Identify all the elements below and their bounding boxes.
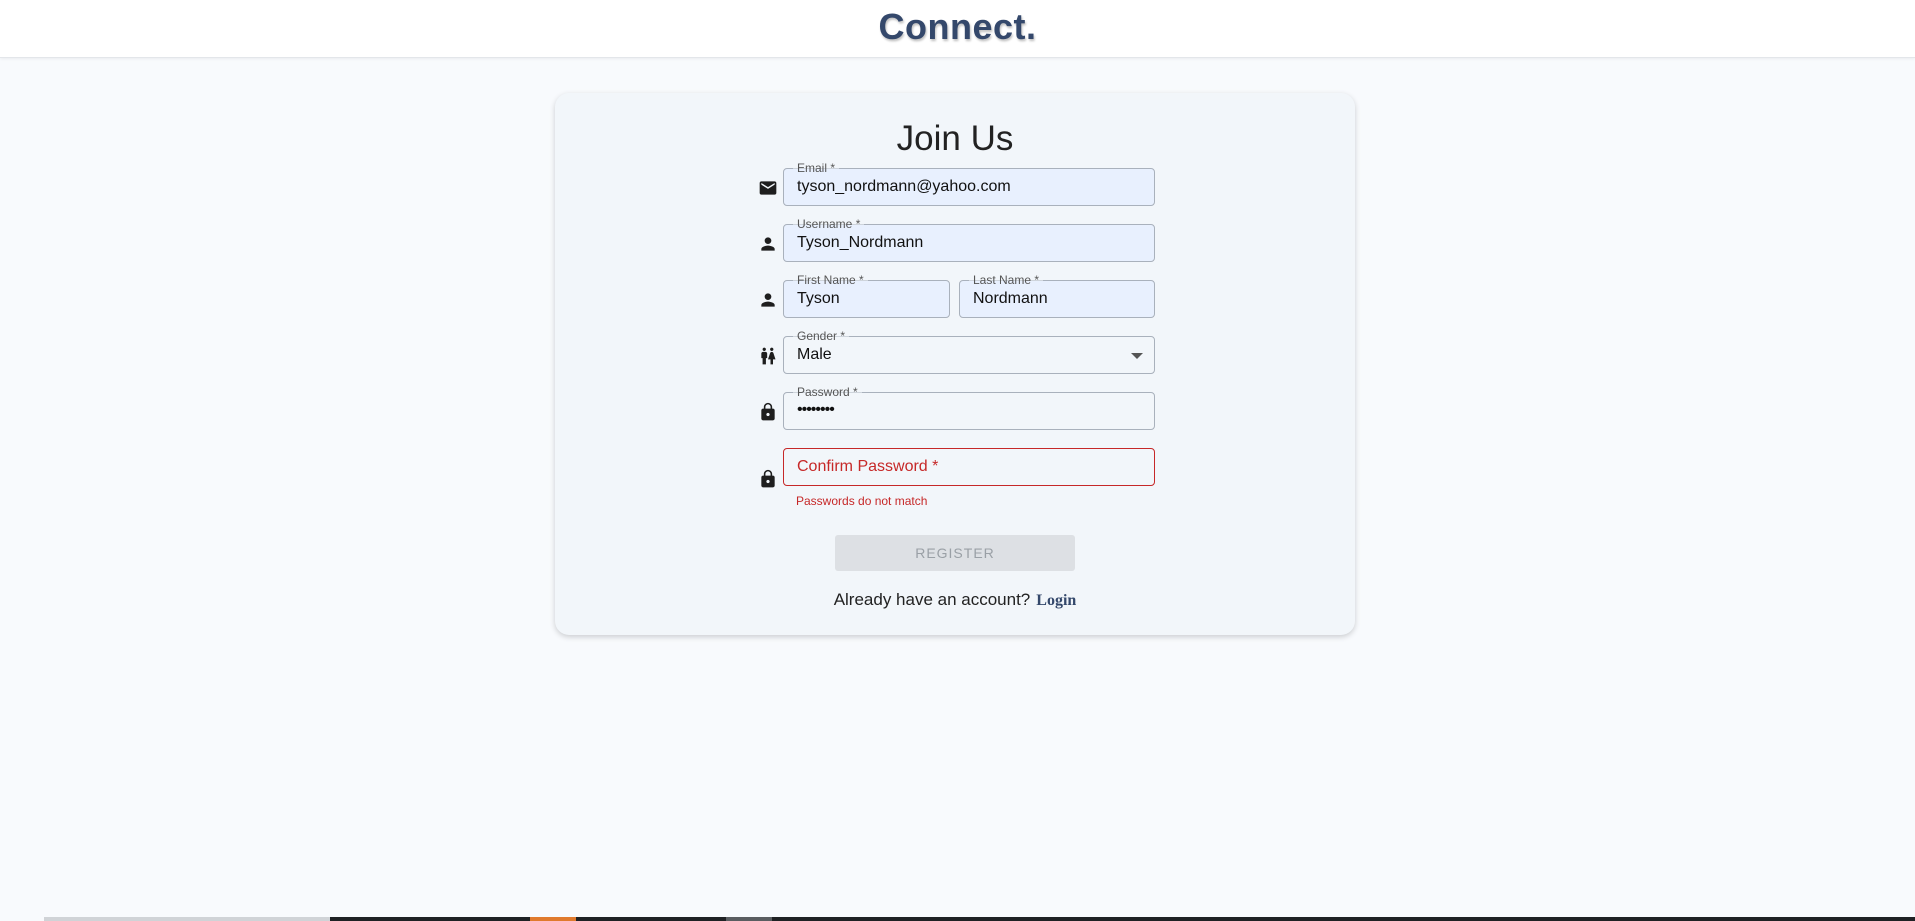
wc-icon: [756, 344, 780, 368]
taskbar-segment: [726, 917, 772, 921]
email-field[interactable]: Email * tyson_nordmann@yahoo.com: [783, 161, 1155, 206]
username-label: Username *: [793, 217, 865, 231]
lock-icon: [756, 400, 780, 424]
taskbar-segment: [530, 917, 576, 921]
gender-label: Gender *: [793, 329, 850, 343]
username-field[interactable]: Username * Tyson_Nordmann: [783, 217, 1155, 262]
taskbar-segment: [0, 917, 44, 921]
password-mismatch-error: Passwords do not match: [796, 494, 928, 508]
confirm-password-placeholder: Confirm Password *: [797, 458, 939, 475]
taskbar-segment: [772, 917, 1915, 921]
gender-value: Male: [797, 346, 832, 363]
first-name-value: Tyson: [797, 290, 840, 307]
password-field[interactable]: Password * ••••••••: [783, 385, 1155, 430]
email-label: Email *: [793, 161, 840, 175]
password-value: ••••••••: [797, 401, 835, 418]
person-icon: [756, 232, 780, 256]
password-label: Password *: [793, 385, 862, 399]
login-prompt: Already have an account? Login: [555, 590, 1355, 610]
lock-icon: [756, 467, 780, 491]
gender-select[interactable]: Gender * Male: [783, 329, 1155, 374]
taskbar-strip: [0, 917, 1915, 921]
person-icon: [756, 288, 780, 312]
last-name-label: Last Name *: [969, 273, 1044, 287]
username-value: Tyson_Nordmann: [797, 234, 924, 251]
email-value: tyson_nordmann@yahoo.com: [797, 178, 1011, 195]
confirm-password-field[interactable]: Confirm Password *: [783, 448, 1155, 486]
last-name-field[interactable]: Last Name * Nordmann: [959, 273, 1155, 318]
brand-logo[interactable]: Connect.: [0, 6, 1915, 48]
register-button[interactable]: REGISTER: [835, 535, 1075, 571]
chevron-down-icon[interactable]: [1131, 353, 1143, 359]
taskbar-segment: [44, 917, 330, 921]
register-card: Join Us Email * tyson_nordmann@yahoo.com…: [555, 93, 1355, 635]
first-name-field[interactable]: First Name * Tyson: [783, 273, 950, 318]
mail-icon: [756, 176, 780, 200]
taskbar-segment: [576, 917, 726, 921]
top-bar: Connect.: [0, 0, 1915, 58]
last-name-value: Nordmann: [973, 290, 1048, 307]
first-name-label: First Name *: [793, 273, 868, 287]
login-prompt-text: Already have an account?: [833, 590, 1031, 609]
form-title: Join Us: [896, 119, 1014, 158]
login-link[interactable]: Login: [1036, 592, 1076, 609]
taskbar-segment: [330, 917, 530, 921]
